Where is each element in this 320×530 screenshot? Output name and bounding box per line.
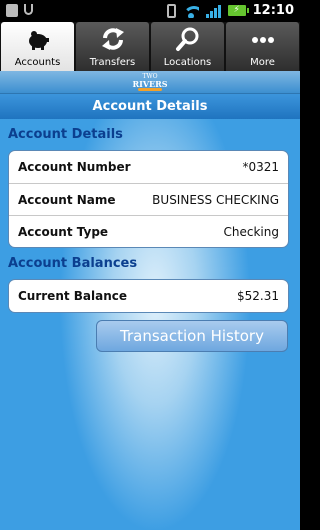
row-value: BUSINESS CHECKING [152,192,279,207]
piggy-bank-icon [28,31,49,50]
tab-label: Transfers [89,57,136,68]
search-icon [175,27,198,51]
tab-more[interactable]: More [226,22,299,71]
tab-transfers[interactable]: Transfers [76,22,149,71]
vibrate-icon [166,3,176,18]
more-dots-icon [251,37,274,43]
bank-logo: TWO RIVERS [130,72,170,92]
logo-line2: RIVERS [132,79,168,89]
logo-wave [138,88,162,91]
tab-label: Locations [163,57,212,68]
logo-band: TWO RIVERS [0,71,300,94]
account-name-row: Account Name BUSINESS CHECKING [9,183,288,215]
tab-bar: Accounts Transfers Locations More [0,22,300,71]
notification-icon [6,4,18,17]
account-number-row: Account Number *0321 [9,151,288,183]
row-value: $52.31 [237,289,279,303]
tab-label: More [250,57,275,68]
wifi-icon [182,4,199,18]
row-label: Account Type [18,224,109,239]
tab-locations[interactable]: Locations [151,22,224,71]
tab-label: Accounts [14,57,61,68]
account-details-heading: Account Details [8,127,123,142]
account-details-card: Account Number *0321 Account Name BUSINE… [8,150,289,248]
account-type-row: Account Type Checking [9,215,288,247]
account-balances-heading: Account Balances [8,256,138,271]
row-label: Account Name [18,192,116,207]
signal-icon [205,4,221,18]
status-bar: ⚡ 12:10 [0,0,300,22]
status-clock: 12:10 [252,3,294,18]
row-value: Checking [223,224,279,239]
row-label: Current Balance [18,289,128,303]
account-balances-card: Current Balance $52.31 [8,279,289,313]
row-value: *0321 [242,160,279,174]
row-label: Account Number [18,160,131,174]
transaction-history-button[interactable]: Transaction History [96,320,288,352]
transfer-arrows-icon [101,28,124,50]
current-balance-row: Current Balance $52.31 [9,280,288,312]
usb-icon [24,4,33,15]
tab-accounts[interactable]: Accounts [1,22,74,71]
battery-charging-icon: ⚡ [227,5,249,16]
page-title: Account Details [0,94,300,119]
